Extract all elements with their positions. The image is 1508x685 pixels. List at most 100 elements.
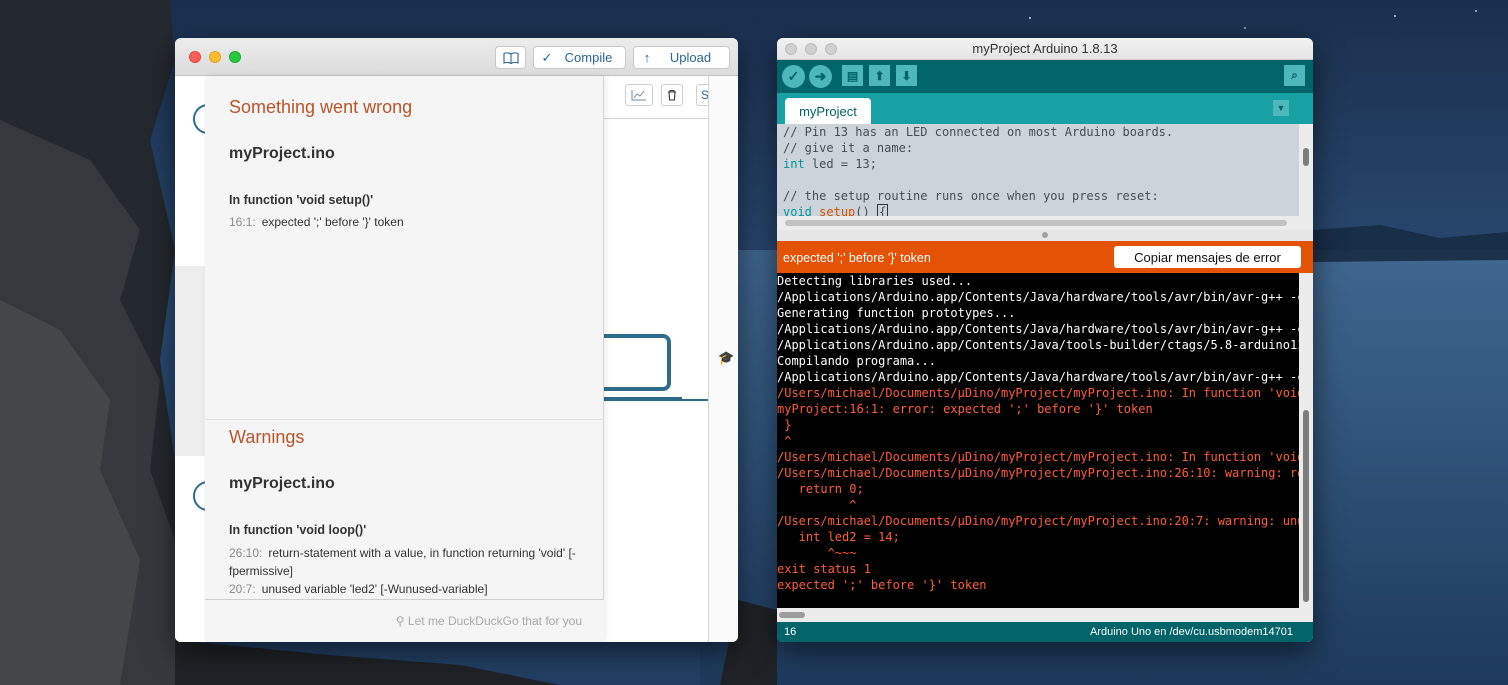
error-message: expected ';' before '}' token [261, 215, 404, 229]
console-line: } [777, 418, 792, 432]
warning-location: 26:10: [229, 546, 263, 560]
zoom-window-button[interactable] [229, 51, 241, 63]
canvas-toolbar: S [604, 76, 716, 119]
code-line: void setup() { [777, 204, 1299, 216]
arduino-titlebar: myProject Arduino 1.8.13 [777, 38, 1313, 60]
check-icon: ✓ [787, 68, 800, 84]
warnings-file-name: myProject.ino [229, 475, 335, 492]
error-item[interactable]: 16:1: expected ';' before '}' token [229, 213, 589, 231]
compile-label: Compile [564, 50, 613, 65]
arduino-window: myProject Arduino 1.8.13 ✓ ➜ ▤ ⬆ ⬇ ⌕ myP… [777, 38, 1313, 642]
console-line: /Applications/Arduino.app/Contents/Java/… [777, 290, 1299, 304]
code-line: // the setup routine runs once when you … [783, 189, 1159, 203]
error-status-bar: expected ';' before '}' token Copiar men… [777, 241, 1313, 273]
console-line: /Applications/Arduino.app/Contents/Java/… [777, 338, 1299, 352]
pane-splitter[interactable] [777, 230, 1313, 241]
arrow-right-icon: ➜ [814, 68, 827, 84]
scroll-thumb[interactable] [1303, 148, 1309, 166]
console-line: expected ';' before '}' token [777, 578, 987, 592]
arrow-up-icon: ⬆ [874, 68, 885, 83]
output-console[interactable]: Detecting libraries used... /Application… [777, 273, 1299, 608]
arduino-toolbar: ✓ ➜ ▤ ⬆ ⬇ ⌕ [777, 60, 1313, 93]
udino-window: ✓ Compile ↑ Upload S 🎓 Something went wr… [175, 38, 738, 642]
console-line: ^ [777, 434, 792, 448]
status-board-port: Arduino Uno en /dev/cu.usbmodem14701 [1089, 626, 1293, 638]
magnifier-icon: ⌕ [1291, 68, 1298, 82]
serial-monitor-button[interactable]: ⌕ [1284, 65, 1305, 86]
console-line: Compilando programa... [777, 354, 936, 368]
splitter-handle[interactable] [1042, 232, 1048, 238]
sketch-tabbar: myProject ▼ [777, 93, 1313, 124]
console-line: return 0; [777, 482, 864, 496]
console-line: /Users/michael/Documents/µDino/myProject… [777, 514, 1299, 528]
window-title: myProject Arduino 1.8.13 [972, 41, 1118, 56]
console-line: /Users/michael/Documents/µDino/myProject… [777, 386, 1299, 400]
workspace-band [175, 266, 205, 456]
side-rail: 🎓 [708, 76, 738, 642]
trash-icon [668, 89, 676, 101]
errors-file-name: myProject.ino [229, 145, 335, 162]
check-icon: ✓ [541, 49, 553, 65]
arduino-status-bar: 16 Arduino Uno en /dev/cu.usbmodem14701 [777, 622, 1313, 642]
code-line: int led = 13; [783, 157, 877, 171]
new-sketch-button[interactable]: ▤ [842, 65, 863, 86]
open-sketch-button[interactable]: ⬆ [869, 65, 890, 86]
scroll-thumb[interactable] [779, 612, 805, 618]
graduation-cap-icon[interactable]: 🎓 [718, 350, 734, 366]
arrow-down-icon: ⬇ [901, 68, 912, 83]
close-window-button[interactable] [189, 51, 201, 63]
code-block-outline [604, 334, 671, 391]
editor-horizontal-scrollbar[interactable] [777, 216, 1313, 230]
console-line: int led2 = 14; [777, 530, 900, 544]
tab-menu-button[interactable]: ▼ [1273, 100, 1289, 116]
serial-plotter-button[interactable] [625, 84, 653, 106]
errors-title: Something went wrong [229, 97, 413, 117]
compile-button[interactable]: ✓ Compile [533, 46, 626, 69]
save-sketch-button[interactable]: ⬇ [896, 65, 917, 86]
copy-error-messages-button[interactable]: Copiar mensajes de error [1114, 246, 1301, 268]
error-panel-footer: ⚲ Let me DuckDuckGo that for you [205, 599, 604, 642]
arrow-up-icon: ↑ [643, 50, 651, 65]
console-line: exit status 1 [777, 562, 871, 576]
console-line: ^ [777, 498, 857, 512]
error-panel: Something went wrong myProject.ino In fu… [205, 76, 604, 642]
console-line: /Users/michael/Documents/µDino/myProject… [777, 450, 1299, 464]
trash-button[interactable] [661, 84, 683, 106]
code-line: // Pin 13 has an LED connected on most A… [783, 125, 1174, 139]
scroll-thumb[interactable] [1303, 410, 1309, 602]
upload-button[interactable]: ➜ [809, 65, 832, 88]
duckduckgo-search-label: Let me DuckDuckGo that for you [407, 614, 582, 628]
console-vertical-scrollbar[interactable] [1299, 273, 1313, 608]
console-line: /Applications/Arduino.app/Contents/Java/… [777, 370, 1299, 384]
status-line-number: 16 [784, 626, 797, 638]
docs-button[interactable] [495, 46, 526, 69]
verify-button[interactable]: ✓ [782, 65, 805, 88]
duckduckgo-search-link[interactable]: ⚲ Let me DuckDuckGo that for you [396, 614, 582, 628]
warning-location: 20:7: [229, 582, 256, 596]
warning-item[interactable]: 20:7: unused variable 'led2' [-Wunused-va… [229, 580, 589, 598]
block-canvas: S [604, 76, 716, 642]
console-line: Detecting libraries used... [777, 274, 973, 288]
warning-item[interactable]: 26:10: return-statement with a value, in … [229, 544, 589, 580]
code-editor[interactable]: // Pin 13 has an LED connected on most A… [777, 124, 1299, 216]
error-location: 16:1: [229, 215, 256, 229]
file-icon: ▤ [846, 68, 859, 83]
console-horizontal-scrollbar[interactable] [777, 608, 1313, 622]
book-icon [502, 51, 519, 64]
section-divider [205, 419, 604, 420]
warnings-function: In function 'void loop()' [229, 523, 367, 537]
tab-myproject[interactable]: myProject [785, 98, 871, 124]
console-line: Generating function prototypes... [777, 306, 1016, 320]
console-line: /Applications/Arduino.app/Contents/Java/… [777, 322, 1299, 336]
scroll-thumb[interactable] [785, 220, 1287, 226]
warning-message: return-statement with a value, in functi… [229, 546, 576, 578]
warnings-title: Warnings [229, 427, 305, 447]
upload-button[interactable]: ↑ Upload [633, 46, 730, 69]
minimize-window-button[interactable] [209, 51, 221, 63]
console-line: ^~~~ [777, 546, 857, 560]
editor-vertical-scrollbar[interactable] [1299, 124, 1313, 216]
error-bar-message: expected ';' before '}' token [783, 251, 931, 265]
code-line: // give it a name: [783, 141, 914, 155]
search-icon: ⚲ [395, 614, 405, 628]
